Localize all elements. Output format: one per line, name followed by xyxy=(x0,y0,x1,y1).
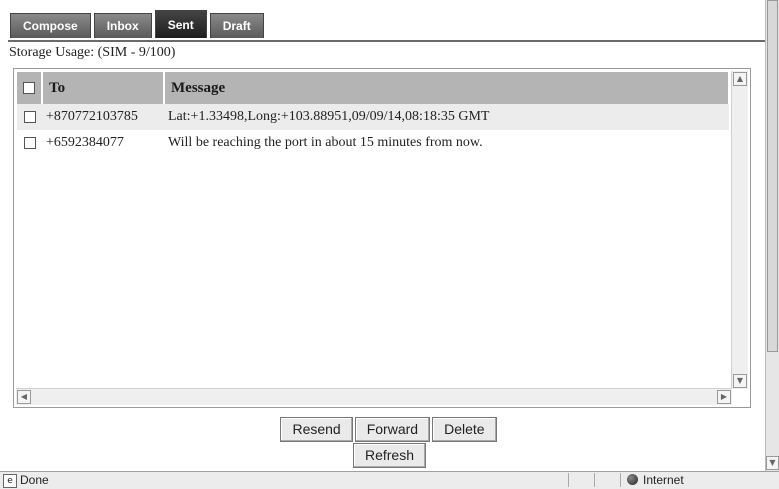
select-all-checkbox[interactable] xyxy=(23,82,35,95)
recipient-cell: +870772103785 xyxy=(42,104,164,130)
select-all-cell xyxy=(17,72,43,104)
refresh-button-row: Refresh xyxy=(0,443,779,468)
tab-divider xyxy=(8,40,765,42)
scroll-right-arrow-icon[interactable]: ▶ xyxy=(717,390,731,404)
security-zone: Internet xyxy=(620,473,760,487)
zone-label: Internet xyxy=(643,473,684,487)
table-row[interactable]: +870772103785 Lat:+1.33498,Long:+103.889… xyxy=(17,104,729,130)
action-buttons-row: Resend Forward Delete xyxy=(0,417,779,442)
row-checkbox-cell xyxy=(17,130,42,156)
column-header-to[interactable]: To xyxy=(42,72,165,104)
message-cell: Will be reaching the port in about 15 mi… xyxy=(168,135,483,150)
forward-button[interactable]: Forward xyxy=(354,417,431,442)
message-table: To Message +870772103785 Lat:+1.33498,Lo… xyxy=(17,72,730,156)
table-header: To Message xyxy=(17,72,730,104)
message-list-vertical-scrollbar[interactable]: ▲ ▼ xyxy=(731,71,748,389)
message-cell: Lat:+1.33498,Long:+103.88951,09/09/14,08… xyxy=(164,104,729,130)
delete-button[interactable]: Delete xyxy=(432,417,497,442)
status-pane xyxy=(568,473,594,487)
message-list-horizontal-scrollbar[interactable]: ◀ ▶ xyxy=(16,388,732,405)
status-bar: e Done Internet xyxy=(0,471,779,489)
tab-compose[interactable]: Compose xyxy=(10,13,91,38)
message-list: To Message +870772103785 Lat:+1.33498,Lo… xyxy=(13,68,751,408)
page-vertical-scrollbar[interactable]: ▼ xyxy=(765,0,779,471)
row-checkbox[interactable] xyxy=(23,136,36,149)
page-scroll-thumb[interactable] xyxy=(767,0,778,352)
tab-sent[interactable]: Sent xyxy=(154,10,207,38)
row-checkbox[interactable] xyxy=(23,110,36,123)
recipient-cell: +6592384077 xyxy=(46,135,124,150)
scroll-left-arrow-icon[interactable]: ◀ xyxy=(17,390,31,404)
row-checkbox-cell xyxy=(17,104,42,130)
scroll-down-arrow-icon[interactable]: ▼ xyxy=(733,374,747,388)
table-row[interactable]: +6592384077 Will be reaching the port in… xyxy=(17,130,729,156)
page-icon: e xyxy=(3,474,17,488)
status-pane xyxy=(594,473,620,487)
globe-icon xyxy=(627,474,638,485)
tab-inbox[interactable]: Inbox xyxy=(93,13,152,38)
scroll-up-arrow-icon[interactable]: ▲ xyxy=(733,72,747,86)
storage-usage: Storage Usage: (SIM - 9/100) xyxy=(9,45,176,60)
column-header-message[interactable]: Message xyxy=(164,72,730,104)
status-text: Done xyxy=(20,473,49,487)
refresh-button[interactable]: Refresh xyxy=(352,443,427,468)
resend-button[interactable]: Resend xyxy=(280,417,353,442)
tab-draft[interactable]: Draft xyxy=(209,13,264,38)
page-scroll-down-arrow-icon[interactable]: ▼ xyxy=(766,456,779,470)
tab-bar: Compose Inbox Sent Draft xyxy=(10,10,267,41)
